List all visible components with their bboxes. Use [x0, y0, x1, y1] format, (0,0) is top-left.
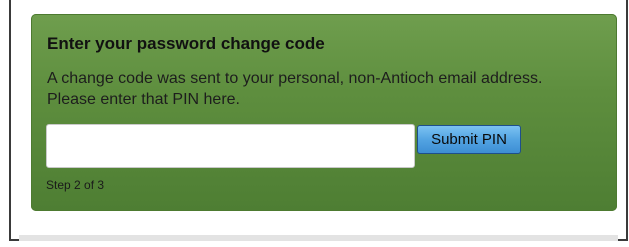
- panel-description: A change code was sent to your personal,…: [47, 70, 543, 108]
- pin-input[interactable]: [46, 124, 415, 168]
- bottom-divider: [19, 235, 618, 241]
- password-change-code-panel: Enter your password change code A change…: [31, 14, 617, 211]
- panel-title: Enter your password change code: [47, 34, 325, 53]
- step-indicator: Step 2 of 3: [46, 178, 105, 192]
- window-frame: Enter your password change code A change…: [9, 0, 628, 241]
- submit-pin-button[interactable]: Submit PIN: [417, 125, 521, 154]
